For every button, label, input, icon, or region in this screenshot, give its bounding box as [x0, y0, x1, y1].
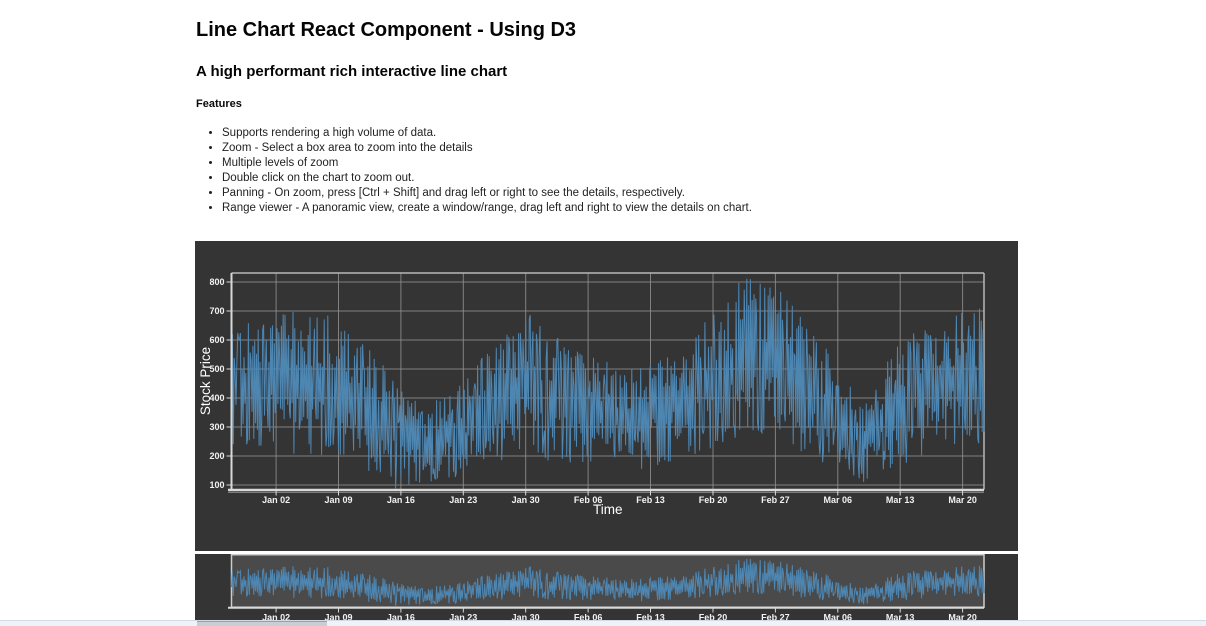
scrollbar-thumb[interactable]: [197, 621, 327, 626]
range-viewer-chart[interactable]: Jan 02 Jan 09 Jan 16 Jan 23 Jan 30 Feb 06 Feb …: [195, 554, 1018, 624]
features-heading: Features: [196, 98, 242, 110]
svg-text:Feb 13: Feb 13: [636, 495, 665, 505]
feature-item: Double click on the chart to zoom out.: [222, 171, 1018, 186]
stock-price-line-chart[interactable]: Jan 02 Jan 09 Jan 16 Jan 23 Jan 30 Feb 06 Feb …: [195, 241, 1018, 551]
feature-item: Range viewer - A panoramic view, create …: [222, 201, 1018, 216]
svg-text:600: 600: [209, 335, 224, 345]
svg-text:Jan 30: Jan 30: [512, 495, 540, 505]
svg-text:Feb 27: Feb 27: [761, 495, 790, 505]
svg-text:Jan 09: Jan 09: [324, 495, 352, 505]
page-title: Line Chart React Component - Using D3: [196, 19, 577, 41]
svg-text:300: 300: [209, 422, 224, 432]
svg-text:Jan 23: Jan 23: [449, 495, 477, 505]
svg-text:Jan 16: Jan 16: [387, 495, 415, 505]
chart-panel: Jan 02 Jan 09 Jan 16 Jan 23 Jan 30 Feb 06 Feb …: [195, 241, 1018, 624]
features-list: Supports rendering a high volume of data…: [195, 126, 1018, 216]
svg-text:800: 800: [209, 277, 224, 287]
feature-item: Multiple levels of zoom: [222, 156, 1018, 171]
feature-item: Panning - On zoom, press [Ctrl + Shift] …: [222, 186, 1018, 201]
svg-text:Jan 02: Jan 02: [262, 495, 290, 505]
svg-text:Mar 20: Mar 20: [948, 495, 977, 505]
page-subtitle: A high performant rich interactive line …: [196, 63, 508, 80]
svg-text:100: 100: [209, 480, 224, 490]
readme-page: Line Chart React Component - Using D3 A …: [195, 17, 1018, 624]
svg-text:Mar 06: Mar 06: [824, 495, 853, 505]
svg-text:200: 200: [209, 451, 224, 461]
feature-item: Supports rendering a high volume of data…: [222, 126, 1018, 141]
svg-text:Time: Time: [593, 502, 623, 517]
svg-text:Feb 20: Feb 20: [699, 495, 728, 505]
svg-text:700: 700: [209, 306, 224, 316]
svg-text:Mar 13: Mar 13: [886, 495, 915, 505]
feature-item: Zoom - Select a box area to zoom into th…: [222, 141, 1018, 156]
horizontal-scrollbar[interactable]: [0, 620, 1206, 626]
svg-text:Stock Price: Stock Price: [198, 347, 213, 415]
